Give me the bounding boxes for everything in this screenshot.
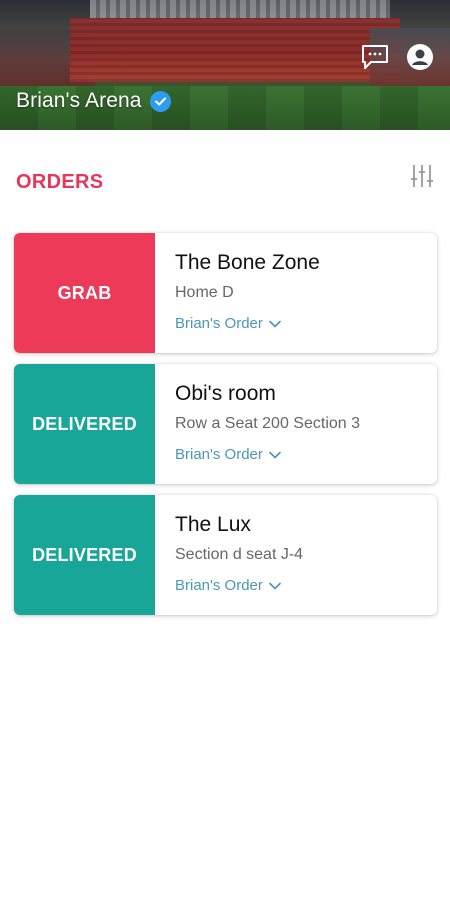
venue-header-banner: Brian's Arena	[0, 0, 450, 130]
order-owner-dropdown[interactable]: Brian's Order	[175, 314, 437, 334]
order-details: The Lux Section d seat J-4 Brian's Order	[155, 495, 437, 615]
order-location: Home D	[175, 284, 234, 301]
orders-heading: ORDERS	[16, 171, 104, 193]
order-details: Obi's room Row a Seat 200 Section 3 Bria…	[155, 364, 437, 484]
order-owner-dropdown[interactable]: Brian's Order	[175, 445, 437, 465]
chevron-down-icon	[269, 320, 281, 328]
venue-title-row[interactable]: Brian's Arena	[16, 86, 171, 116]
order-title: The Lux	[175, 513, 251, 536]
order-status-badge: DELIVERED	[14, 364, 155, 484]
order-card[interactable]: GRAB The Bone Zone Home D Brian's Order	[14, 233, 437, 353]
order-location: Row a Seat 200 Section 3	[175, 415, 361, 432]
account-icon[interactable]	[405, 42, 435, 72]
verified-check-icon	[149, 90, 171, 112]
order-title: The Bone Zone	[175, 251, 320, 274]
order-owner-label: Brian's Order	[175, 577, 263, 594]
venue-name: Brian's Arena	[16, 89, 142, 112]
chevron-down-icon	[269, 582, 281, 590]
order-title: Obi's room	[175, 382, 276, 405]
order-card[interactable]: DELIVERED The Lux Section d seat J-4 Bri…	[14, 495, 437, 615]
chat-bubble-icon[interactable]	[360, 42, 390, 72]
order-owner-label: Brian's Order	[175, 446, 263, 463]
order-details: The Bone Zone Home D Brian's Order	[155, 233, 437, 353]
order-card[interactable]: DELIVERED Obi's room Row a Seat 200 Sect…	[14, 364, 437, 484]
filter-sliders-icon[interactable]	[408, 161, 436, 191]
chevron-down-icon	[269, 451, 281, 459]
order-location: Section d seat J-4	[175, 546, 304, 563]
order-status-badge: GRAB	[14, 233, 155, 353]
order-status-badge: DELIVERED	[14, 495, 155, 615]
order-owner-label: Brian's Order	[175, 315, 263, 332]
order-owner-dropdown[interactable]: Brian's Order	[175, 576, 437, 596]
